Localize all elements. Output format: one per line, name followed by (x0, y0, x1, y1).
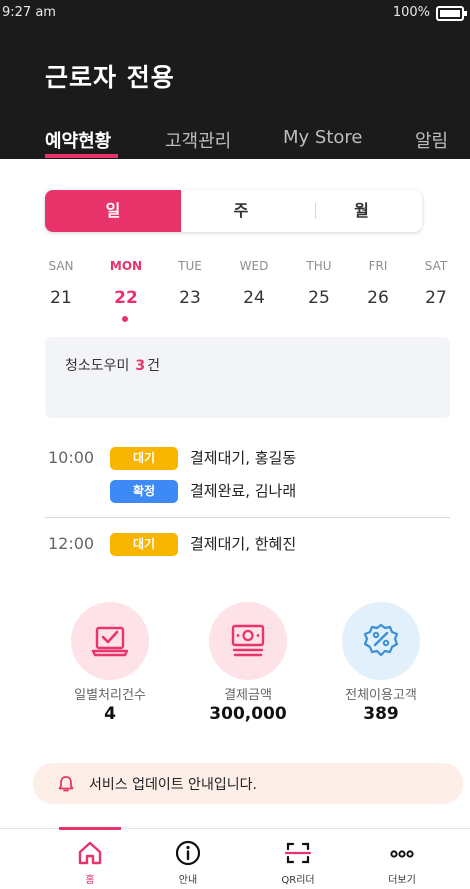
weekday-label: SAN (48, 259, 74, 273)
tab-notifications[interactable]: 알림 (415, 127, 448, 153)
calendar-date[interactable]: 24 (234, 288, 274, 308)
selected-date-dot (122, 316, 128, 322)
schedule-time: 10:00 (48, 448, 95, 467)
status-badge-wait: 대기 (110, 533, 178, 556)
period-day-button[interactable]: 일 (45, 190, 181, 232)
daily-summary-card: 청소도우미 3 건 (45, 337, 450, 418)
battery-icon (436, 6, 467, 21)
stat-value: 4 (104, 704, 116, 724)
nav-more[interactable]: 더보기 (362, 829, 442, 889)
schedule-time: 12:00 (48, 534, 95, 553)
stat-total-customers-button[interactable] (342, 602, 420, 680)
tab-my-store[interactable]: My Store (283, 127, 362, 148)
status-badge-wait: 대기 (110, 447, 178, 470)
weekday-label: FRI (368, 259, 388, 273)
battery-percent: 100% (392, 5, 430, 20)
nav-label: 홈 (85, 875, 95, 886)
schedule-divider (45, 517, 450, 518)
period-week-button[interactable]: 주 (181, 190, 301, 232)
bottom-navigation: 홈 안내 QR리더 더보기 (0, 827, 470, 889)
status-bar: 9:27 am 100% (0, 0, 470, 28)
summary-text: 청소도우미 3 건 (65, 355, 160, 375)
stat-payment-button[interactable] (209, 602, 287, 680)
summary-count: 3 (135, 358, 146, 374)
tab-reservations[interactable]: 예약현황 (45, 127, 111, 153)
notice-banner[interactable]: 서비스 업데이트 안내입니다. (33, 763, 463, 804)
weekday-label: WED (239, 259, 269, 273)
stat-label: 일별처리건수 (74, 688, 146, 703)
tab-customers[interactable]: 고객관리 (165, 127, 231, 153)
period-month-button[interactable]: 월 (301, 190, 422, 232)
weekday-label: THU (306, 259, 332, 273)
nav-label: QR리더 (281, 875, 315, 886)
nav-home[interactable]: 홈 (50, 829, 130, 889)
notice-text: 서비스 업데이트 안내입니다. (89, 777, 257, 793)
calendar-date[interactable]: 25 (299, 288, 339, 308)
status-time: 9:27 am (2, 5, 56, 20)
info-icon (175, 840, 201, 866)
active-tab-indicator (45, 154, 118, 158)
schedule-item[interactable]: 결제대기, 홍길동 (190, 447, 296, 468)
nav-info[interactable]: 안내 (148, 829, 228, 889)
nav-label: 더보기 (388, 875, 416, 886)
page-title: 근로자 전용 (45, 63, 175, 92)
calendar-date[interactable]: 27 (416, 288, 456, 308)
calendar-date[interactable]: 26 (358, 288, 398, 308)
weekday-label: TUE (178, 259, 202, 273)
summary-unit: 건 (147, 358, 161, 374)
more-icon (390, 850, 414, 858)
cash-icon (231, 624, 265, 657)
stat-label: 결제금액 (224, 688, 272, 703)
percent-badge-icon (363, 623, 399, 657)
stat-daily-count-button[interactable] (71, 602, 149, 680)
nav-label: 안내 (178, 875, 198, 886)
stat-value: 300,000 (209, 704, 287, 724)
summary-service: 청소도우미 (65, 358, 130, 374)
schedule-item[interactable]: 결제완료, 김나래 (190, 480, 296, 501)
calendar-date-selected[interactable]: 22 (106, 288, 146, 308)
weekday-label: MON (109, 259, 143, 273)
app-header: 9:27 am 100% 근로자 전용 예약현황 고객관리 My Store 알… (0, 0, 470, 159)
nav-qr-reader[interactable]: QR리더 (258, 829, 338, 889)
period-selector: 일 주 월 (45, 190, 422, 232)
stat-value: 389 (363, 704, 399, 724)
calendar-date[interactable]: 21 (41, 288, 81, 308)
calendar-date[interactable]: 23 (170, 288, 210, 308)
qr-scan-icon (284, 842, 312, 864)
home-icon (78, 841, 102, 865)
stat-label: 전체이용고객 (345, 688, 417, 703)
weekday-label: SAT (424, 259, 448, 273)
laptop-check-icon (91, 626, 129, 657)
bell-icon (58, 776, 74, 792)
status-badge-confirmed: 확정 (110, 480, 178, 503)
schedule-item[interactable]: 결제대기, 한혜진 (190, 533, 296, 554)
